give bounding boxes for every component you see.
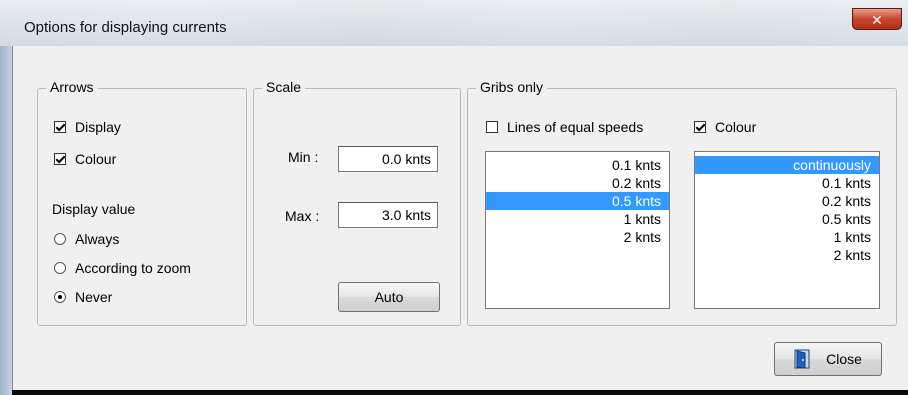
list-item-selected[interactable]: continuously [695, 156, 879, 174]
close-button[interactable]: Close [774, 342, 882, 376]
window-title: Options for displaying currents [24, 19, 227, 36]
list-item[interactable]: 0.1 knts [486, 156, 669, 174]
list-item[interactable]: 2 knts [486, 228, 669, 246]
radio-according-to-zoom-label: According to zoom [75, 260, 191, 276]
window-frame-left [0, 46, 12, 395]
radio-always-label: Always [75, 231, 120, 247]
list-item[interactable]: 0.2 knts [486, 174, 669, 192]
list-item[interactable]: 0.2 knts [695, 192, 879, 210]
display-checkbox-label: Display [75, 119, 121, 135]
list-item[interactable]: 1 knts [486, 210, 669, 228]
list-item[interactable]: 0.5 knts [695, 210, 879, 228]
arrows-group-label: Arrows [46, 79, 98, 95]
close-button-label: Close [826, 351, 862, 367]
lines-of-equal-speeds-row[interactable]: Lines of equal speeds [486, 119, 643, 135]
colour-checkbox-row[interactable]: Colour [54, 151, 116, 167]
min-label: Min : [288, 149, 319, 165]
window-close-button[interactable]: ✕ [852, 8, 902, 30]
lines-of-equal-speeds-checkbox[interactable] [486, 121, 498, 133]
list-item[interactable]: 0.1 knts [695, 174, 879, 192]
max-input[interactable] [338, 202, 438, 228]
radio-according-to-zoom[interactable] [54, 262, 66, 274]
auto-button-label: Auto [374, 289, 404, 305]
colour-listbox[interactable]: continuously 0.1 knts 0.2 knts 0.5 knts … [694, 151, 880, 309]
display-checkbox[interactable] [54, 121, 66, 133]
arrows-colour-label: Colour [75, 151, 117, 167]
speed-listbox[interactable]: 0.1 knts 0.2 knts 0.5 knts 1 knts 2 knts [485, 151, 670, 309]
gribs-colour-row[interactable]: Colour [694, 119, 756, 135]
max-label: Max : [285, 208, 320, 224]
display-checkbox-row[interactable]: Display [54, 119, 121, 135]
list-item[interactable]: 1 knts [695, 228, 879, 246]
arrows-colour-checkbox[interactable] [54, 153, 66, 165]
list-item[interactable]: 2 knts [695, 246, 879, 264]
radio-always-row[interactable]: Always [54, 231, 119, 247]
gribs-group-label: Gribs only [476, 79, 548, 95]
radio-according-to-zoom-row[interactable]: According to zoom [54, 260, 191, 276]
gribs-colour-label: Colour [715, 119, 757, 135]
gribs-colour-checkbox[interactable] [694, 121, 706, 133]
gribs-group: Gribs only Lines of equal speeds Colour … [467, 79, 897, 326]
min-input[interactable] [338, 146, 438, 172]
options-dialog: Arrows Display Colour Display value Alwa… [12, 46, 908, 390]
scale-group: Scale Min : Max : Auto [253, 79, 461, 326]
close-icon: ✕ [871, 12, 883, 28]
door-exit-icon [794, 349, 812, 369]
radio-never-label: Never [75, 289, 113, 305]
radio-never-row[interactable]: Never [54, 289, 112, 305]
display-value-label: Display value [52, 201, 136, 217]
auto-button[interactable]: Auto [338, 282, 440, 312]
scale-group-label: Scale [262, 79, 306, 95]
arrows-group: Arrows Display Colour Display value Alwa… [37, 79, 247, 326]
radio-always[interactable] [54, 233, 66, 245]
lines-of-equal-speeds-label: Lines of equal speeds [507, 119, 644, 135]
title-bar[interactable]: Options for displaying currents ✕ [0, 0, 908, 46]
list-item-selected[interactable]: 0.5 knts [486, 192, 669, 210]
radio-never[interactable] [54, 291, 66, 303]
